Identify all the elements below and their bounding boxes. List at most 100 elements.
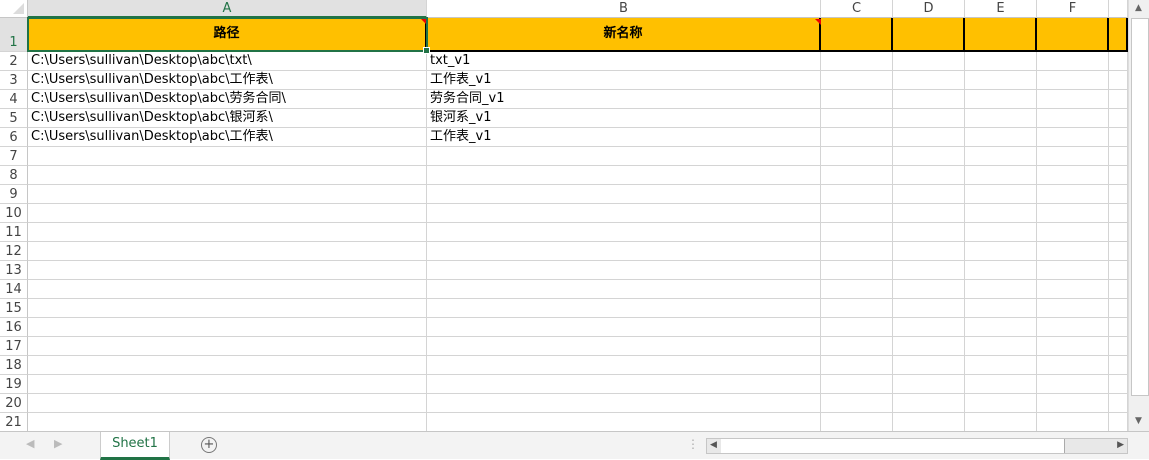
cell-b11[interactable] [427,223,821,242]
cell-e8[interactable] [965,166,1037,185]
cell-c13[interactable] [821,261,893,280]
cell-c21[interactable] [821,413,893,432]
cell-g12[interactable] [1109,242,1128,261]
cell-b17[interactable] [427,337,821,356]
cell-b3[interactable]: 工作表_v1 [427,71,821,90]
column-header-b[interactable]: B [427,0,821,18]
cell-b15[interactable] [427,299,821,318]
cell-e16[interactable] [965,318,1037,337]
column-header-f[interactable]: F [1037,0,1109,18]
cell-b14[interactable] [427,280,821,299]
cell-a20[interactable] [28,394,427,413]
cell-d21[interactable] [893,413,965,432]
row-header-10[interactable]: 10 [0,204,28,223]
cell-f4[interactable] [1037,90,1109,109]
cell-c4[interactable] [821,90,893,109]
cell-f6[interactable] [1037,128,1109,147]
cell-e20[interactable] [965,394,1037,413]
cell-b9[interactable] [427,185,821,204]
column-header-c[interactable]: C [821,0,893,18]
cell-g10[interactable] [1109,204,1128,223]
cell-g17[interactable] [1109,337,1128,356]
cell-f13[interactable] [1037,261,1109,280]
cell-b1[interactable]: 新名称 [427,18,821,52]
cell-c6[interactable] [821,128,893,147]
cell-a15[interactable] [28,299,427,318]
cell-e14[interactable] [965,280,1037,299]
cell-g11[interactable] [1109,223,1128,242]
cell-c15[interactable] [821,299,893,318]
cell-a8[interactable] [28,166,427,185]
column-header-e[interactable]: E [965,0,1037,18]
row-header-17[interactable]: 17 [0,337,28,356]
cell-f7[interactable] [1037,147,1109,166]
cell-b10[interactable] [427,204,821,223]
cell-g2[interactable] [1109,52,1128,71]
cell-b2[interactable]: txt_v1 [427,52,821,71]
cell-a13[interactable] [28,261,427,280]
cell-e17[interactable] [965,337,1037,356]
cell-d7[interactable] [893,147,965,166]
cell-f14[interactable] [1037,280,1109,299]
row-header-11[interactable]: 11 [0,223,28,242]
add-sheet-icon[interactable]: + [201,437,217,453]
cell-e15[interactable] [965,299,1037,318]
cell-g8[interactable] [1109,166,1128,185]
cell-d3[interactable] [893,71,965,90]
cell-f1[interactable] [1037,18,1109,52]
cell-b5[interactable]: 银河系_v1 [427,109,821,128]
cell-c3[interactable] [821,71,893,90]
cell-e13[interactable] [965,261,1037,280]
cell-b20[interactable] [427,394,821,413]
cell-d8[interactable] [893,166,965,185]
cell-c9[interactable] [821,185,893,204]
cell-c16[interactable] [821,318,893,337]
cell-g20[interactable] [1109,394,1128,413]
cell-a16[interactable] [28,318,427,337]
row-header-8[interactable]: 8 [0,166,28,185]
cell-d16[interactable] [893,318,965,337]
cell-f5[interactable] [1037,109,1109,128]
cell-d18[interactable] [893,356,965,375]
cell-b18[interactable] [427,356,821,375]
cell-g3[interactable] [1109,71,1128,90]
cell-g13[interactable] [1109,261,1128,280]
cell-e6[interactable] [965,128,1037,147]
cell-g21[interactable] [1109,413,1128,432]
cell-b12[interactable] [427,242,821,261]
cell-a4[interactable]: C:\Users\sullivan\Desktop\abc\劳务合同\ [28,90,427,109]
cell-f18[interactable] [1037,356,1109,375]
cell-d20[interactable] [893,394,965,413]
cell-d12[interactable] [893,242,965,261]
cell-c19[interactable] [821,375,893,394]
cell-d5[interactable] [893,109,965,128]
horizontal-scrollbar[interactable]: ◀ ▶ [706,438,1128,454]
cell-g6[interactable] [1109,128,1128,147]
cell-g1[interactable] [1109,18,1128,52]
cell-b8[interactable] [427,166,821,185]
vertical-scrollbar[interactable]: ▲ ▼ [1128,0,1149,431]
cell-b19[interactable] [427,375,821,394]
cell-g5[interactable] [1109,109,1128,128]
row-header-5[interactable]: 5 [0,109,28,128]
cell-e5[interactable] [965,109,1037,128]
cell-g4[interactable] [1109,90,1128,109]
horizontal-scroll-thumb[interactable] [721,439,1065,453]
cell-e2[interactable] [965,52,1037,71]
cell-c5[interactable] [821,109,893,128]
cell-a1[interactable]: 路径 [28,18,427,52]
cell-g14[interactable] [1109,280,1128,299]
cell-f20[interactable] [1037,394,1109,413]
cell-c7[interactable] [821,147,893,166]
scroll-right-icon[interactable]: ▶ [1117,440,1124,450]
cell-a11[interactable] [28,223,427,242]
cell-b13[interactable] [427,261,821,280]
cell-d17[interactable] [893,337,965,356]
row-header-4[interactable]: 4 [0,90,28,109]
cell-g15[interactable] [1109,299,1128,318]
row-header-19[interactable]: 19 [0,375,28,394]
cell-b7[interactable] [427,147,821,166]
prev-sheet-icon[interactable]: ◀ [26,437,34,450]
cell-g19[interactable] [1109,375,1128,394]
row-header-1[interactable]: 1 [0,18,28,52]
